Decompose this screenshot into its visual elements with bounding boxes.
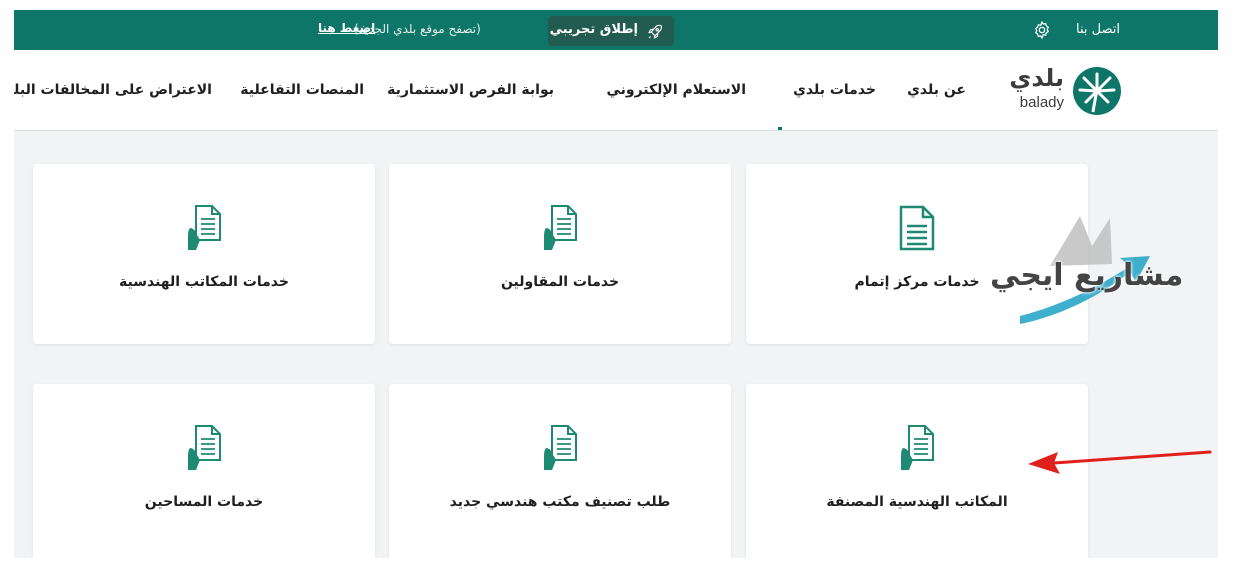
nav-interactive-platforms[interactable]: المنصات التفاعلية — [240, 82, 364, 98]
card-new-engineering-office-classification[interactable]: طلب تصنيف مكتب هندسي جديد — [389, 384, 731, 558]
balady-logo[interactable]: بلدي balady — [996, 64, 1122, 116]
logo-arabic-text: بلدي — [1009, 64, 1064, 92]
nav-electronic-inquiry[interactable]: الاستعلام الإلكتروني — [606, 82, 746, 98]
card-title: خدمات المساحين — [144, 494, 264, 510]
nav-balady-services[interactable]: خدمات بلدي — [793, 82, 876, 98]
beta-click-here-link[interactable]: اضغط هنا — [318, 21, 375, 35]
palm-emblem-icon — [1073, 67, 1121, 115]
main-nav: بلدي balady عن بلدي خدمات بلدي الاستعلام… — [14, 50, 1218, 131]
annotation-arrow-icon — [1028, 450, 1212, 474]
hand-document-icon — [188, 205, 221, 250]
card-surveyors-services[interactable]: خدمات المساحين — [33, 384, 375, 558]
card-engineering-offices-services[interactable]: خدمات المكاتب الهندسية — [33, 164, 375, 344]
watermark-text: مشاريع ايجي — [990, 258, 1184, 293]
card-contractors-services[interactable]: خدمات المقاولين — [389, 164, 731, 344]
top-bar: اتصل بنا إطلاق تجريبي (تصفح موقع بلدي ال… — [14, 10, 1218, 50]
hand-document-icon — [188, 425, 221, 470]
gear-icon[interactable] — [1032, 20, 1052, 40]
nav-investment-portal[interactable]: بوابة الفرص الاستثمارية — [387, 82, 554, 98]
contact-us-link[interactable]: اتصل بنا — [1076, 22, 1120, 37]
nav-violations-objection[interactable]: الاعتراض على المخالفات البلدية — [14, 82, 212, 98]
card-title: خدمات المكاتب الهندسية — [119, 274, 289, 290]
beta-launch-badge: إطلاق تجريبي — [548, 16, 674, 46]
card-title: خدمات المقاولين — [500, 274, 620, 290]
document-icon — [899, 205, 935, 251]
active-nav-indicator — [778, 127, 782, 130]
hand-document-icon — [544, 425, 577, 470]
hand-document-icon — [544, 205, 577, 250]
nav-about-balady[interactable]: عن بلدي — [907, 82, 966, 98]
beta-launch-label: إطلاق تجريبي — [549, 22, 638, 37]
card-title: المكاتب الهندسية المصنفة — [826, 494, 1008, 510]
hand-document-icon — [901, 425, 934, 470]
rocket-icon — [648, 24, 662, 39]
logo-english-text: balady — [1019, 94, 1064, 111]
card-title: طلب تصنيف مكتب هندسي جديد — [449, 494, 671, 510]
browser-viewport: اتصل بنا إطلاق تجريبي (تصفح موقع بلدي ال… — [14, 10, 1218, 558]
